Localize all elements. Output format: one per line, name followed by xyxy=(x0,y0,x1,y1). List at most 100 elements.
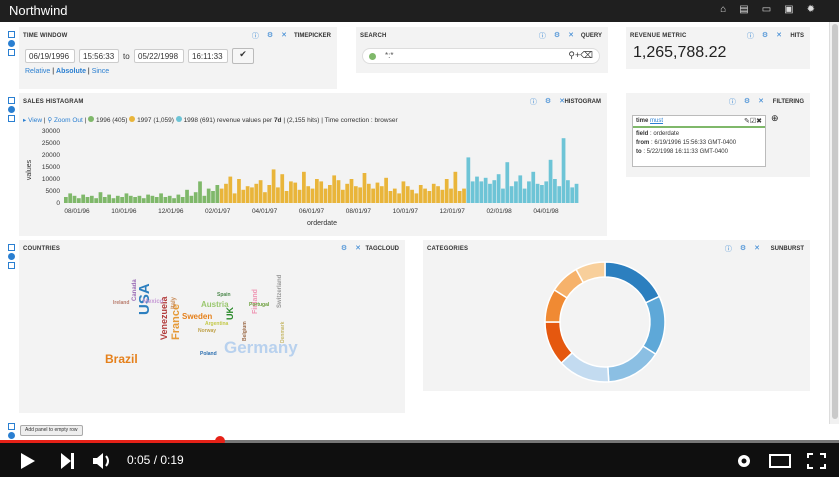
absolute-link[interactable]: Absolute xyxy=(56,68,86,75)
interval-value[interactable]: 7d xyxy=(274,117,282,124)
bar-1998 xyxy=(544,181,549,203)
page-scrollbar[interactable] xyxy=(829,22,839,424)
row-add-panel-icon[interactable] xyxy=(8,49,15,56)
bar-1997 xyxy=(237,179,241,203)
tag-denmark[interactable]: Denmark xyxy=(280,322,286,343)
info-icon[interactable]: ⓘ xyxy=(747,31,754,41)
clear-icon[interactable]: ⌫ xyxy=(580,50,593,60)
bar-1997 xyxy=(276,187,280,203)
x-axis-label: orderdate xyxy=(307,220,337,227)
tag-italy[interactable]: Italy xyxy=(171,297,177,309)
from-time-input[interactable]: 15:56:33 xyxy=(79,49,119,63)
to-time-input[interactable]: 16:11:33 xyxy=(188,49,228,63)
tag-france[interactable]: France xyxy=(170,304,182,340)
tag-poland[interactable]: Poland xyxy=(200,352,217,357)
bar-1997 xyxy=(336,180,341,203)
row-settings-icon[interactable] xyxy=(8,253,15,260)
row-collapse-icon[interactable] xyxy=(8,97,15,104)
bar-1996 xyxy=(98,192,103,203)
tag-switzerland[interactable]: Switzerland xyxy=(277,275,283,308)
bar-1997 xyxy=(245,186,250,203)
tag-ireland[interactable]: Ireland xyxy=(113,301,129,306)
settings-icon[interactable]: ⚙ xyxy=(744,97,750,107)
histogram-chart[interactable]: 0 5000 10000 15000 20000 25000 30000 values 08/0… xyxy=(19,125,607,235)
add-filter-icon[interactable]: ⊕ xyxy=(771,113,779,124)
close-icon[interactable]: ✕ xyxy=(568,31,574,41)
new-file-icon[interactable]: ▤ xyxy=(739,4,748,15)
bar-1998 xyxy=(535,183,540,203)
x-tick-label: 02/01/98 xyxy=(486,208,512,215)
bar-1997 xyxy=(315,179,319,203)
info-icon[interactable]: ⓘ xyxy=(729,97,736,107)
bar-1998 xyxy=(570,187,575,203)
settings-icon[interactable]: ⚙ xyxy=(545,97,551,107)
bar-1998 xyxy=(492,180,497,203)
view-dropdown[interactable]: ▸ View xyxy=(23,117,42,124)
legend-1996[interactable]: 1996 (405) xyxy=(88,116,127,124)
bar-1998 xyxy=(566,180,570,203)
close-icon[interactable]: ✕ xyxy=(776,31,782,41)
tag-germany[interactable]: Germany xyxy=(224,339,298,356)
relative-link[interactable]: Relative xyxy=(25,68,50,75)
close-icon[interactable]: ✕ xyxy=(758,97,764,107)
row-collapse-icon[interactable] xyxy=(8,31,15,38)
row-settings-icon[interactable] xyxy=(8,432,15,439)
search-icon[interactable]: ⚲ xyxy=(568,50,575,60)
info-icon[interactable]: ⓘ xyxy=(539,31,546,41)
query-actions: ⚲+⌫ xyxy=(568,50,593,61)
tag-canada[interactable]: Canada xyxy=(132,279,138,301)
info-icon[interactable]: ⓘ xyxy=(530,97,537,107)
settings-icon[interactable]: ⚙ xyxy=(554,31,560,41)
tag-uk[interactable]: UK xyxy=(225,307,235,320)
row-settings-icon[interactable] xyxy=(8,40,15,47)
tag-brazil[interactable]: Brazil xyxy=(105,353,138,365)
bar-1997 xyxy=(358,187,363,203)
bar-1997 xyxy=(271,169,276,203)
open-folder-icon[interactable]: ▭ xyxy=(762,4,771,15)
tag-norway[interactable]: Norway xyxy=(198,329,216,334)
zoom-out-button[interactable]: ⚲ Zoom Out xyxy=(47,117,82,124)
row-collapse-icon[interactable] xyxy=(8,423,15,430)
legend-1997[interactable]: 1997 (1,059) xyxy=(129,116,174,124)
row-collapse-icon[interactable] xyxy=(8,244,15,251)
tag-belgium[interactable]: Belgium xyxy=(242,321,248,341)
add-panel-button[interactable]: Add panel to empty row xyxy=(20,425,83,436)
bar-1997 xyxy=(397,193,401,203)
row-settings-icon[interactable] xyxy=(8,106,15,113)
legend-1998[interactable]: 1998 (691) xyxy=(175,116,215,124)
settings-icon[interactable]: ⚙ xyxy=(267,31,273,41)
from-date-input[interactable]: 06/19/1996 xyxy=(25,49,75,63)
to-date-input[interactable]: 05/22/1998 xyxy=(134,49,184,63)
tag-portugal[interactable]: Portugal xyxy=(249,303,269,308)
row1-controls xyxy=(8,31,16,58)
home-icon[interactable]: ⌂ xyxy=(720,4,726,15)
filter-mandate[interactable]: must xyxy=(650,118,663,124)
row-add-panel-icon[interactable] xyxy=(8,115,15,122)
row-add-panel-icon[interactable] xyxy=(8,262,15,269)
from-label: from xyxy=(636,140,650,146)
save-icon[interactable]: ▣ xyxy=(784,4,793,15)
close-icon[interactable]: ✕ xyxy=(281,31,287,41)
tag-spain[interactable]: Spain xyxy=(217,293,231,298)
query-input[interactable]: *:* xyxy=(385,51,393,60)
bar-1996 xyxy=(180,197,185,203)
bar-1996 xyxy=(211,191,215,203)
x-tick-label: 06/01/97 xyxy=(299,208,325,215)
remove-icon[interactable]: ✖ xyxy=(756,118,762,125)
info-icon[interactable]: ⓘ xyxy=(252,31,259,41)
sunburst-chart[interactable] xyxy=(423,240,810,391)
tag-mexico[interactable]: Mexico xyxy=(143,299,163,305)
bar-1996 xyxy=(128,195,133,203)
x-tick-label: 04/01/97 xyxy=(252,208,278,215)
tag-argentina[interactable]: Argentina xyxy=(205,322,228,327)
panel-icons: ⓘ ⚙ ✕ xyxy=(539,31,574,41)
settings-icon[interactable]: ⚙ xyxy=(762,31,768,41)
settings-gear-icon[interactable]: ✹ xyxy=(807,4,815,15)
bar-1997 xyxy=(297,189,302,203)
app-title: Northwind xyxy=(9,3,68,18)
query-color-dot[interactable] xyxy=(369,53,376,60)
tag-sweden[interactable]: Sweden xyxy=(182,313,212,321)
bar-1997 xyxy=(362,173,367,203)
since-link[interactable]: Since xyxy=(92,68,110,75)
apply-time-button[interactable]: ✔ xyxy=(232,48,254,64)
